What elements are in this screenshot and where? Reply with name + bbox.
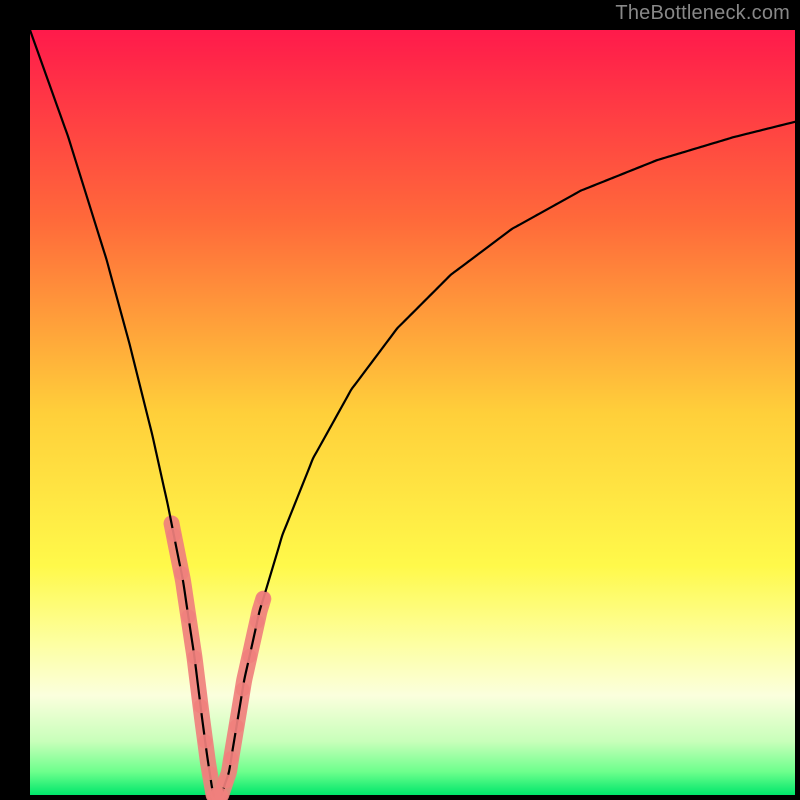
bead-marker [181,610,195,624]
bottleneck-chart [0,0,800,800]
bead-marker [236,682,250,696]
bead-marker [203,766,217,780]
bead-marker [167,528,181,542]
bead-marker [243,649,257,663]
bead-marker [224,751,238,765]
bead-marker [230,719,244,733]
bead-marker [194,699,208,713]
bead-marker [187,650,201,664]
bead-marker [198,734,212,748]
bead-marker [219,774,233,788]
bead-marker [250,615,264,629]
watermark-text: TheBottleneck.com [615,2,790,25]
bead-marker [256,592,270,606]
bead-marker [174,566,188,580]
plot-background [30,30,795,795]
